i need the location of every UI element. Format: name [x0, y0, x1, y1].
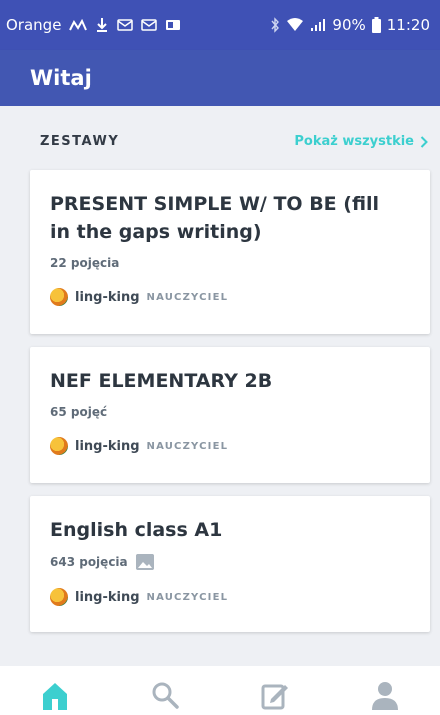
term-count-label: 643 pojęcia [50, 555, 128, 569]
carrier-label: Orange [6, 16, 62, 34]
set-title: English class A1 [50, 519, 223, 541]
term-count-label: 22 pojęcia [50, 256, 120, 270]
set-title: PRESENT SIMPLE W/ TO BE (fill in the gap… [50, 193, 380, 243]
avatar [50, 437, 68, 455]
bottom-nav [0, 666, 440, 715]
signal-wave-icon [69, 19, 88, 31]
show-all-link[interactable]: Pokaż wszystkie [294, 134, 428, 149]
avatar [50, 288, 68, 306]
home-icon [43, 683, 67, 710]
outlook-notification-icon [165, 19, 181, 31]
section-title: ZESTAWY [40, 134, 120, 149]
set-term-count: 22 pojęcia [50, 256, 410, 270]
image-icon [135, 554, 154, 570]
set-card[interactable]: NEF ELEMENTARY 2B 65 pojęć ling-king NAU… [30, 347, 430, 483]
sets-section-header: ZESTAWY Pokaż wszystkie [40, 134, 428, 149]
creator-name: ling-king [75, 589, 140, 605]
nav-profile[interactable] [355, 680, 415, 710]
nav-create[interactable] [245, 680, 305, 710]
app-bar: Witaj [0, 50, 440, 106]
download-icon [95, 17, 109, 33]
set-title: NEF ELEMENTARY 2B [50, 370, 273, 392]
wifi-icon [286, 18, 304, 32]
avatar [50, 588, 68, 606]
show-all-label: Pokaż wszystkie [294, 134, 414, 149]
chevron-right-icon [420, 135, 428, 148]
clock: 11:20 [386, 16, 430, 34]
term-count-label: 65 pojęć [50, 405, 108, 419]
creator-role-badge: NAUCZYCIEL [146, 591, 229, 603]
main-content: ZESTAWY Pokaż wszystkie PRESENT SIMPLE W… [0, 106, 440, 666]
profile-icon [372, 682, 398, 710]
battery-percent: 90% [332, 16, 366, 34]
mail-notification-icon [117, 19, 134, 31]
set-term-count: 643 pojęcia [50, 554, 410, 570]
set-creator[interactable]: ling-king NAUCZYCIEL [50, 588, 410, 606]
set-creator[interactable]: ling-king NAUCZYCIEL [50, 437, 410, 455]
search-icon [152, 682, 179, 709]
mail-notification-icon-2 [141, 19, 158, 31]
cell-signal-icon [310, 18, 326, 32]
bluetooth-icon [270, 17, 280, 33]
creator-name: ling-king [75, 438, 140, 454]
set-card[interactable]: English class A1 643 pojęcia ling-king N… [30, 496, 430, 632]
create-icon [261, 684, 288, 710]
nav-home[interactable] [25, 680, 85, 710]
nav-search[interactable] [135, 680, 195, 710]
set-creator[interactable]: ling-king NAUCZYCIEL [50, 288, 410, 306]
page-title: Witaj [30, 66, 92, 90]
creator-role-badge: NAUCZYCIEL [146, 291, 229, 303]
status-bar: Orange 90% 11:20 [0, 0, 440, 50]
set-term-count: 65 pojęć [50, 405, 410, 419]
creator-role-badge: NAUCZYCIEL [146, 440, 229, 452]
battery-icon [371, 17, 381, 33]
creator-name: ling-king [75, 289, 140, 305]
set-card[interactable]: PRESENT SIMPLE W/ TO BE (fill in the gap… [30, 170, 430, 334]
